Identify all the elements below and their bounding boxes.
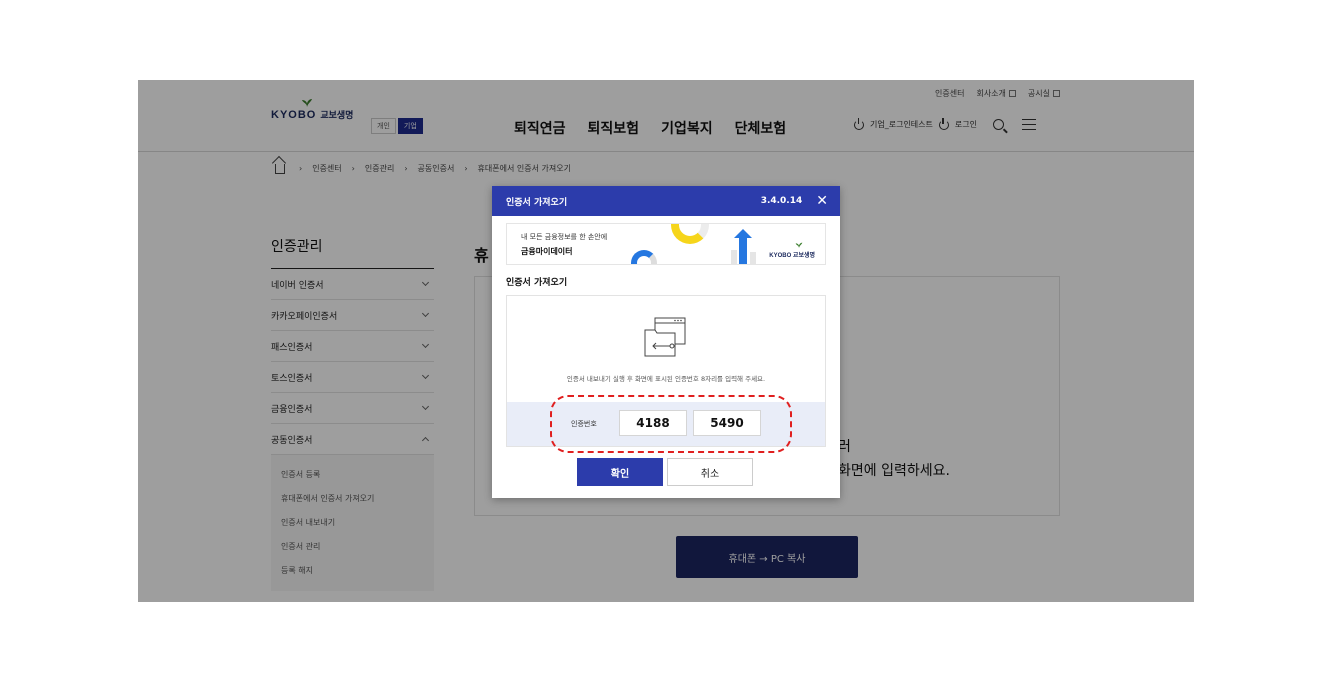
instruction-text: 인증서 내보내기 실행 후 화면에 표시된 인증번호 8자리를 입력해 주세요. [566,375,766,383]
leaf-icon [795,242,803,248]
banner-logo: KYOBO 교보생명 [769,253,815,259]
banner-line-1: 내 모든 금융정보를 한 손안에 [521,233,608,241]
highlight-annotation [550,395,792,453]
folder-import-icon [644,317,686,357]
bar-graphic [731,250,737,264]
banner-line-2: 금융마이데이터 [521,247,573,256]
version-label: 3.4.0.14 [760,196,803,206]
donut-graphic [671,224,709,244]
mydata-banner[interactable]: 내 모든 금융정보를 한 손안에 금융마이데이터 KYOBO 교보생명 [506,223,826,265]
confirm-button[interactable]: 확인 [577,458,663,486]
dialog-title: 인증서 가져오기 [506,197,568,208]
pie-chart-graphic [631,250,657,264]
dialog-header: 인증서 가져오기 3.4.0.14 ✕ [492,186,840,216]
bar-graphic [750,252,756,264]
dialog-buttons: 확인 취소 [577,458,753,486]
arrow-up-icon [734,229,752,264]
section-title: 인증서 가져오기 [506,278,568,288]
close-icon[interactable]: ✕ [816,193,828,209]
cancel-button[interactable]: 취소 [667,458,753,486]
